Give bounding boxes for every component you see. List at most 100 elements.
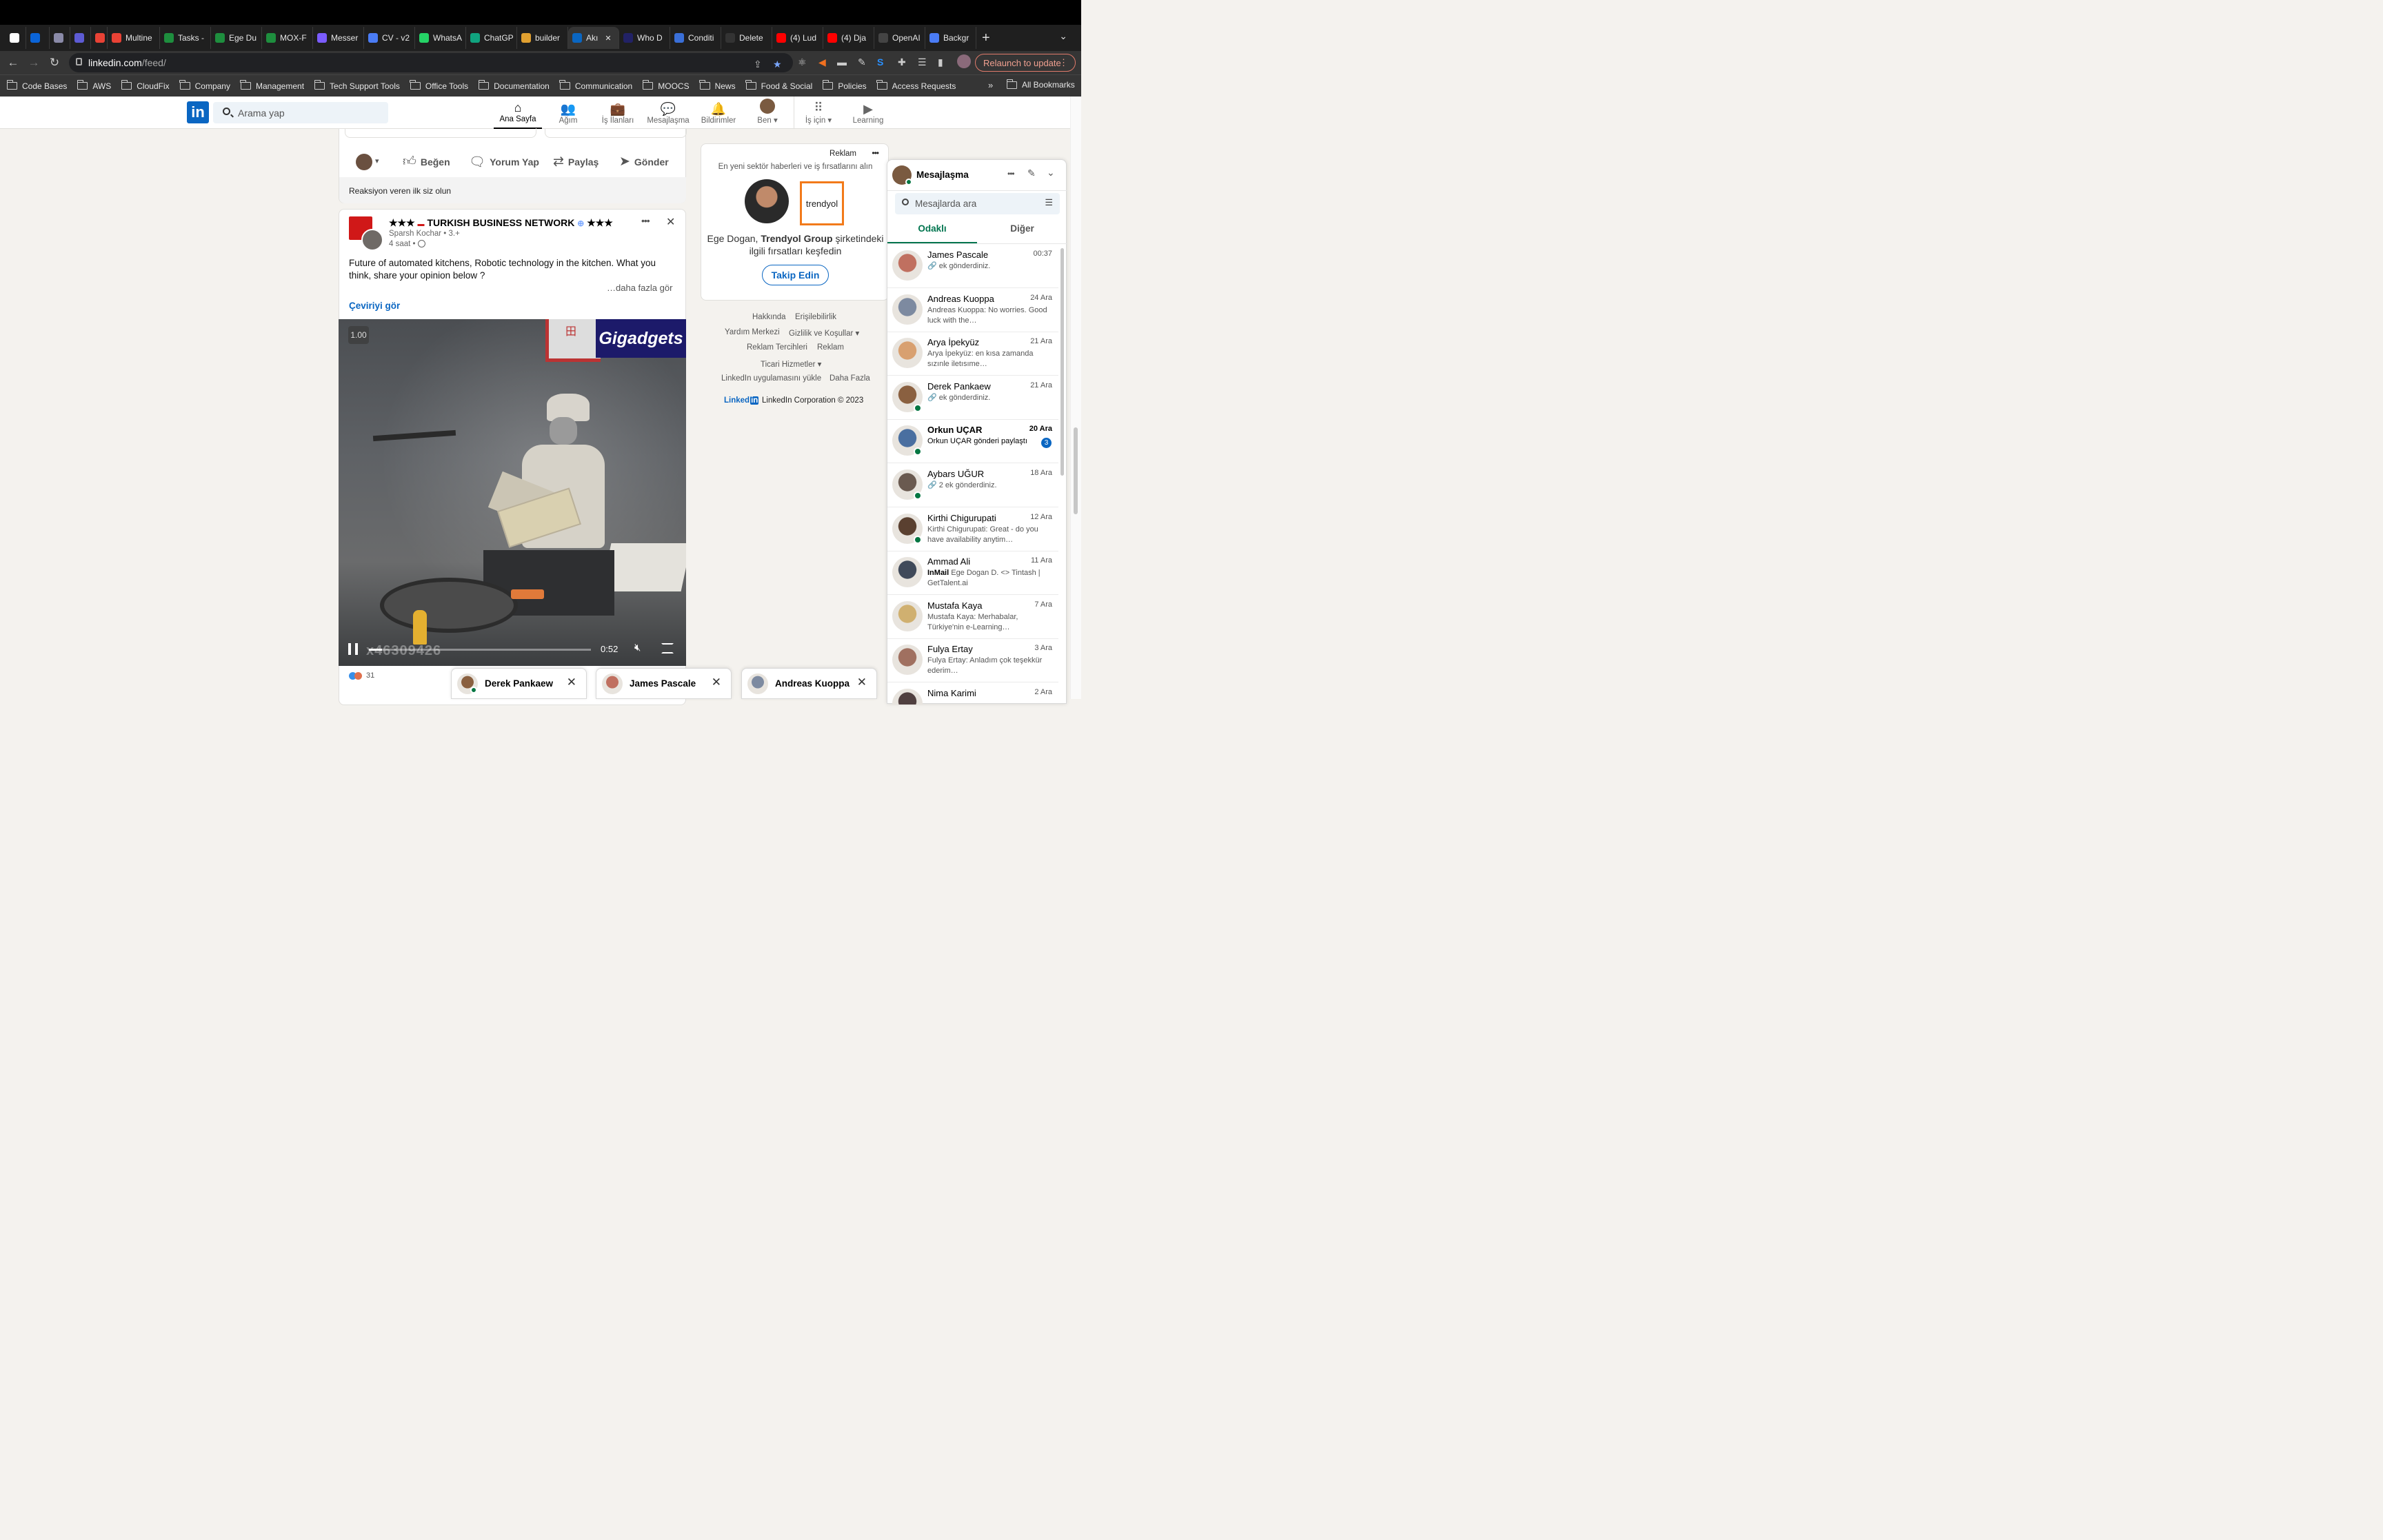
reading-list-icon[interactable]: ☰ xyxy=(918,57,927,68)
filter-icon[interactable]: ☰ xyxy=(1045,197,1053,208)
playback-speed-button[interactable]: 1.00 xyxy=(348,326,369,344)
share-icon[interactable]: ⇪ xyxy=(754,59,762,70)
page-scrollbar[interactable] xyxy=(1070,97,1081,699)
browser-tab[interactable] xyxy=(70,27,91,49)
tab-search-button[interactable]: ⌄ xyxy=(1059,30,1067,42)
actor-chevron-icon[interactable]: ▾ xyxy=(375,156,379,165)
browser-tab[interactable] xyxy=(91,27,108,49)
bookmark-folder[interactable]: AWS xyxy=(77,80,111,91)
footer-advertising[interactable]: Reklam xyxy=(817,343,844,352)
extension-dark-icon[interactable]: ▬ xyxy=(837,57,847,68)
ad-menu-icon[interactable]: ••• xyxy=(872,148,879,158)
footer-about[interactable]: Hakkında xyxy=(752,313,786,321)
post-close-icon[interactable]: ✕ xyxy=(666,215,675,229)
post-menu-icon[interactable]: ••• xyxy=(641,215,650,226)
see-more-link[interactable]: …daha fazla gör xyxy=(607,283,672,293)
comment-button[interactable]: 🗨 Yorum Yap xyxy=(469,154,539,170)
footer-accessibility[interactable]: Erişilebilirlik xyxy=(795,313,836,321)
browser-tab[interactable]: Delete xyxy=(721,27,772,49)
address-bar[interactable]: linkedin.com/feed/ ⇪ ★ xyxy=(69,53,793,72)
send-button[interactable]: ➤ Gönder xyxy=(619,154,669,170)
post-page-title[interactable]: ★★★ ▬ TURKISH BUSINESS NETWORK ⊕ ★★★ xyxy=(389,217,613,229)
bookmark-folder[interactable]: Documentation xyxy=(478,80,550,91)
extension-eyedropper-icon[interactable]: ✎ xyxy=(858,57,866,68)
bookmarks-overflow[interactable]: » xyxy=(988,80,993,90)
bookmark-folder[interactable]: News xyxy=(699,80,736,91)
nav-me[interactable]: Ben ▾ xyxy=(752,99,783,129)
nav-home[interactable]: ⌂ Ana Sayfa xyxy=(494,99,542,129)
footer-help[interactable]: Yardım Merkezi xyxy=(725,328,780,336)
extension-atom-icon[interactable]: ⚛ xyxy=(798,57,807,68)
translate-link[interactable]: Çeviriyi gör xyxy=(349,301,400,311)
nav-messaging[interactable]: 💬 Mesajlaşma xyxy=(644,99,692,129)
browser-tab[interactable] xyxy=(26,27,50,49)
follow-button[interactable]: Takip Edin xyxy=(762,265,829,285)
browser-tab[interactable]: Multine xyxy=(108,27,160,49)
close-icon[interactable]: ✕ xyxy=(567,676,576,689)
side-panel-icon[interactable]: ▮ xyxy=(938,57,943,68)
bookmark-folder[interactable]: Office Tools xyxy=(410,80,468,91)
conversation-item[interactable]: Nima Karimi 2 Ara xyxy=(887,683,1058,705)
conversation-item[interactable]: Kirthi Chigurupati 12 Ara Kirthi Chigurupa… xyxy=(887,508,1058,551)
conversation-item[interactable]: James Pascale 00:37 🔗 ek gönderdiniz. xyxy=(887,245,1058,288)
browser-tab[interactable]: ChatGP xyxy=(466,27,517,49)
bookmark-folder[interactable]: Policies xyxy=(822,80,867,91)
tab-close-icon[interactable]: ✕ xyxy=(605,34,611,43)
messaging-title[interactable]: Mesajlaşma xyxy=(916,170,969,180)
browser-tab[interactable]: Tasks - xyxy=(160,27,211,49)
mute-icon[interactable]: 🔇︎ xyxy=(634,642,641,654)
messaging-menu-icon[interactable]: ••• xyxy=(1007,169,1015,179)
messaging-search-input[interactable]: Mesajlarda ara ☰ xyxy=(895,193,1060,214)
video-progress-track[interactable] xyxy=(369,649,591,651)
nav-learning[interactable]: ▶ Learning xyxy=(849,99,887,129)
reload-icon[interactable]: ↻ xyxy=(44,56,65,70)
browser-tab[interactable]: Messer xyxy=(313,27,364,49)
conversation-item[interactable]: Fulya Ertay 3 Ara Fulya Ertay: Anladım çok… xyxy=(887,639,1058,683)
like-button[interactable]: 👍︎ Beğen xyxy=(403,154,450,170)
bookmark-folder[interactable]: MOOCS xyxy=(642,80,690,91)
browser-tab[interactable]: builder xyxy=(517,27,568,49)
browser-tab[interactable] xyxy=(50,27,70,49)
conversation-item[interactable]: Andreas Kuoppa 24 Ara Andreas Kuoppa: No w… xyxy=(887,289,1058,332)
conversation-item[interactable]: Aybars UĞUR 18 Ara 🔗 2 ek gönderdiniz. xyxy=(887,464,1058,507)
browser-tab[interactable]: CV - v2 xyxy=(364,27,415,49)
fullscreen-icon[interactable] xyxy=(661,643,674,654)
close-icon[interactable]: ✕ xyxy=(712,676,721,689)
bookmark-folder[interactable]: Food & Social xyxy=(745,80,812,91)
bookmark-folder[interactable]: Communication xyxy=(559,80,632,91)
all-bookmarks[interactable]: All Bookmarks xyxy=(1006,79,1075,90)
browser-tab[interactable]: (4) Lud xyxy=(772,27,823,49)
nav-jobs[interactable]: 💼 İş İlanları xyxy=(597,99,639,129)
bookmark-folder[interactable]: CloudFix xyxy=(121,80,170,91)
footer-app[interactable]: LinkedIn uygulamasını yükle xyxy=(721,374,821,383)
tab-focused[interactable]: Odaklı xyxy=(887,223,977,234)
tab-other[interactable]: Diğer xyxy=(977,223,1067,234)
nav-network[interactable]: 👥 Ağım xyxy=(549,99,587,129)
author-avatar[interactable] xyxy=(361,229,383,251)
nav-for-business[interactable]: ⠿ İş için ▾ xyxy=(800,99,837,129)
pause-icon[interactable] xyxy=(348,643,358,655)
compose-icon[interactable]: ✎ xyxy=(1027,168,1036,179)
conversation-item[interactable]: Mustafa Kaya 7 Ara Mustafa Kaya: Merhabala… xyxy=(887,596,1058,639)
reaction-summary[interactable]: 31 xyxy=(349,671,374,680)
footer-business[interactable]: Ticari Hizmetler ▾ xyxy=(761,359,821,369)
footer-ad-choices[interactable]: Reklam Tercihleri xyxy=(747,343,807,352)
extension-s-icon[interactable]: S xyxy=(877,57,883,68)
relaunch-button[interactable]: Relaunch to update ⋮ xyxy=(975,54,1076,72)
page-scrollbar-thumb[interactable] xyxy=(1074,427,1078,514)
linkedin-logo[interactable]: in xyxy=(187,101,209,123)
post-video-player[interactable]: 田 Gigadgets 1.00 x46309426 0:52 🔇︎ xyxy=(339,319,686,666)
browser-tab[interactable]: OpenAI xyxy=(874,27,925,49)
extension-megaphone-icon[interactable]: ◀ xyxy=(818,57,826,68)
conversation-item[interactable]: Derek Pankaew 21 Ara 🔗 ek gönderdiniz. xyxy=(887,376,1058,420)
bookmark-folder[interactable]: Tech Support Tools xyxy=(314,80,400,91)
post-author-line[interactable]: Sparsh Kochar • 3.+ xyxy=(389,230,460,238)
nav-notifications[interactable]: 🔔 Bildirimler xyxy=(696,99,741,129)
conversation-item[interactable]: Orkun UÇAR 20 Ara Orkun UÇAR gönderi payla… xyxy=(887,420,1058,464)
bookmark-folder[interactable]: Company xyxy=(179,80,230,91)
chat-bubble-derek[interactable]: Derek Pankaew ✕ xyxy=(451,668,587,699)
actor-avatar[interactable] xyxy=(356,154,372,170)
chat-bubble-james[interactable]: James Pascale ✕ xyxy=(596,668,732,699)
global-search-input[interactable]: Arama yap xyxy=(213,102,388,123)
close-icon[interactable]: ✕ xyxy=(857,676,867,689)
